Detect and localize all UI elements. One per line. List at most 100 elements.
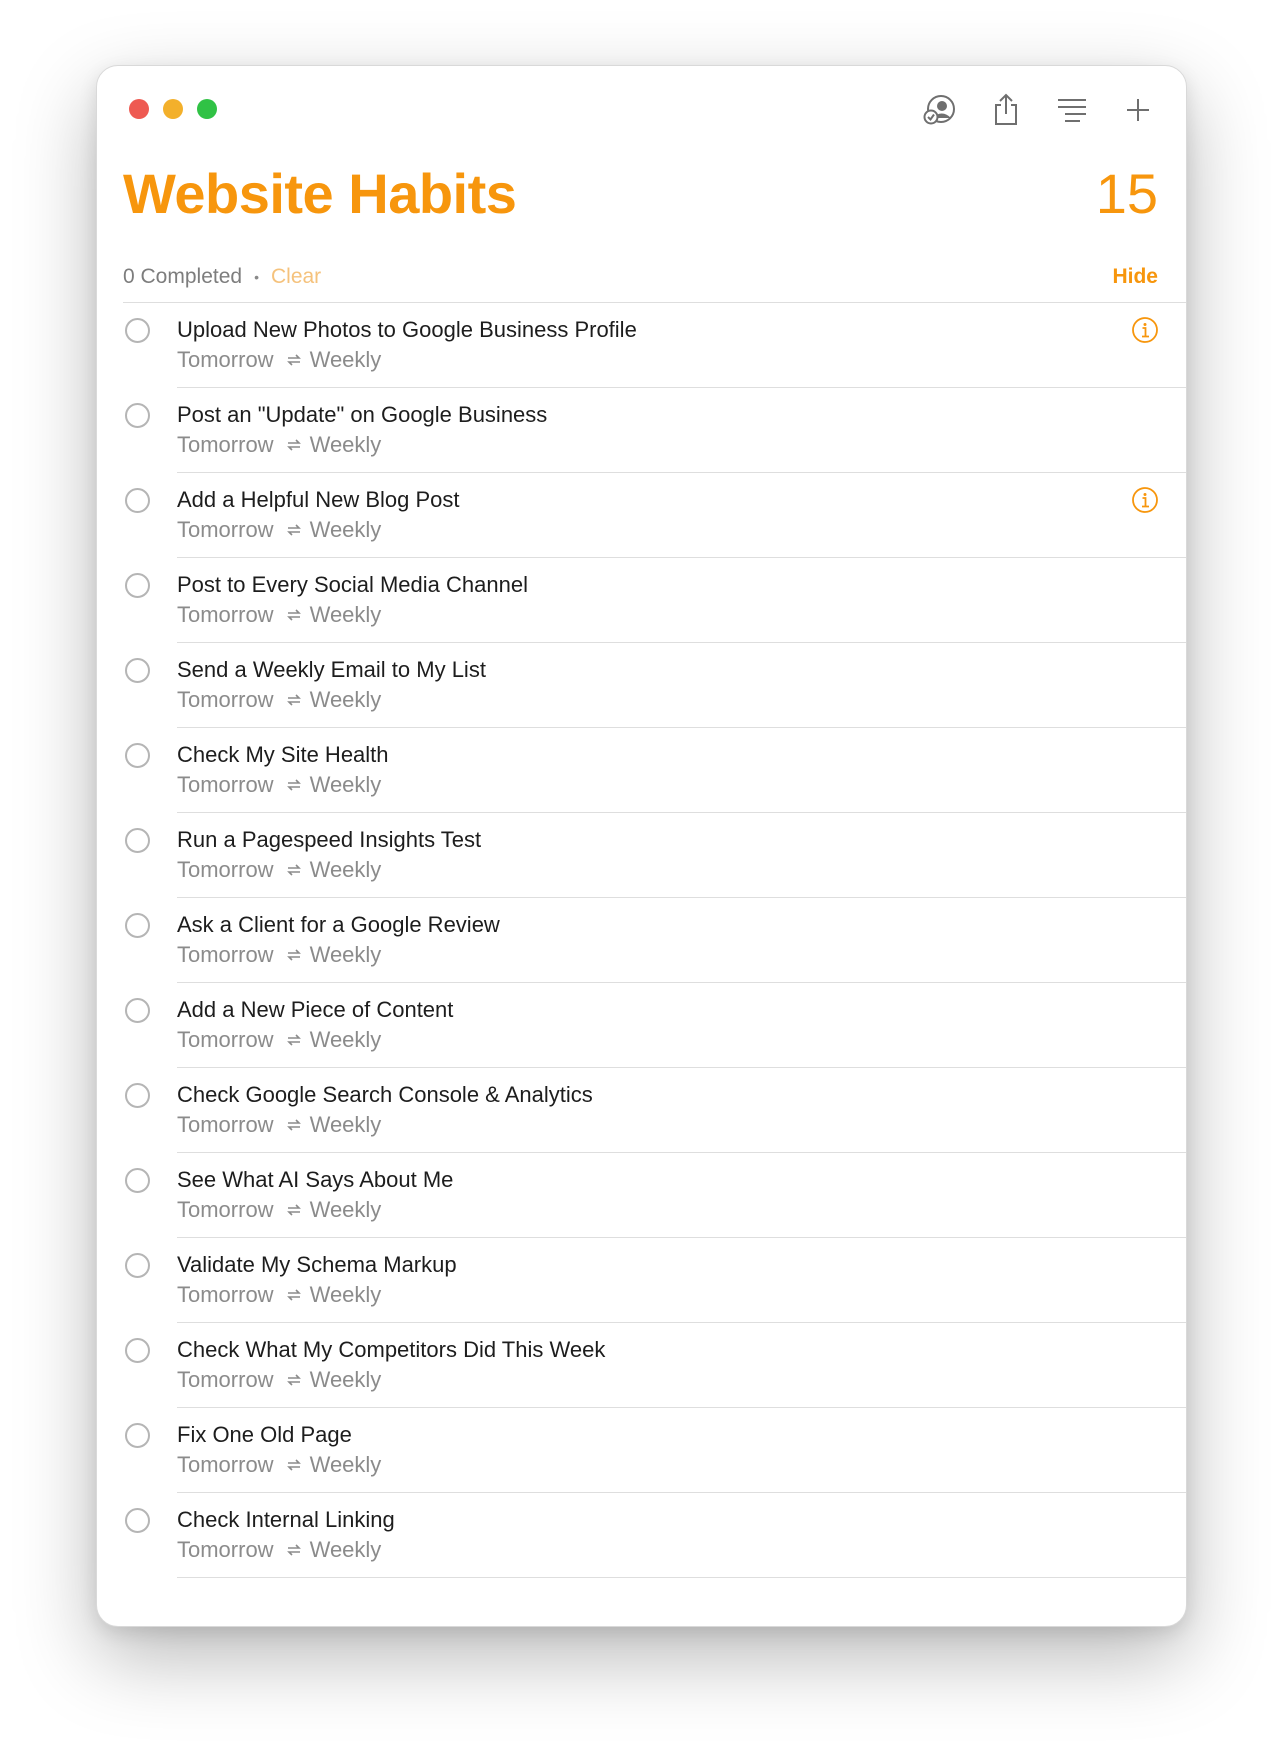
info-icon[interactable] — [1131, 486, 1159, 514]
list-format-icon[interactable] — [1054, 92, 1090, 128]
task-title[interactable]: Add a New Piece of Content — [177, 997, 453, 1023]
task-checkbox[interactable] — [125, 403, 150, 428]
task-row[interactable]: Ask a Client for a Google Review Tomorro… — [97, 898, 1186, 983]
task-checkbox[interactable] — [125, 998, 150, 1023]
task-meta: Tomorrow Weekly — [177, 1367, 381, 1393]
task-repeat: Weekly — [309, 1112, 382, 1137]
row-divider — [177, 1577, 1186, 1578]
task-title[interactable]: Fix One Old Page — [177, 1422, 352, 1448]
task-meta: Tomorrow Weekly — [177, 1537, 381, 1563]
task-due-date: Tomorrow — [177, 1367, 274, 1392]
task-title[interactable]: Check What My Competitors Did This Week — [177, 1337, 605, 1363]
task-due-date: Tomorrow — [177, 347, 274, 372]
task-title[interactable]: Run a Pagespeed Insights Test — [177, 827, 481, 853]
task-title[interactable]: Check Internal Linking — [177, 1507, 395, 1533]
repeat-icon — [286, 1543, 302, 1557]
task-meta: Tomorrow Weekly — [177, 772, 381, 798]
task-meta: Tomorrow Weekly — [177, 1282, 381, 1308]
task-due-date: Tomorrow — [177, 857, 274, 882]
task-meta: Tomorrow Weekly — [177, 432, 381, 458]
shared-person-icon[interactable] — [922, 92, 958, 128]
task-checkbox[interactable] — [125, 573, 150, 598]
repeat-icon — [286, 1203, 302, 1217]
task-repeat: Weekly — [309, 1282, 382, 1307]
task-row[interactable]: Add a Helpful New Blog Post Tomorrow Wee… — [97, 473, 1186, 558]
close-window-button[interactable] — [129, 99, 149, 119]
share-icon[interactable] — [988, 92, 1024, 128]
task-repeat: Weekly — [309, 432, 382, 457]
task-title[interactable]: Post an "Update" on Google Business — [177, 402, 547, 428]
task-checkbox[interactable] — [125, 658, 150, 683]
hide-completed-button[interactable]: Hide — [1112, 265, 1158, 289]
task-row[interactable]: Check What My Competitors Did This Week … — [97, 1323, 1186, 1408]
task-repeat: Weekly — [309, 857, 382, 882]
task-meta: Tomorrow Weekly — [177, 942, 381, 968]
minimize-window-button[interactable] — [163, 99, 183, 119]
task-title[interactable]: Add a Helpful New Blog Post — [177, 487, 460, 513]
task-title[interactable]: Check My Site Health — [177, 742, 389, 768]
clear-completed-button[interactable]: Clear — [271, 265, 321, 289]
task-due-date: Tomorrow — [177, 942, 274, 967]
info-icon[interactable] — [1131, 316, 1159, 344]
task-title[interactable]: See What AI Says About Me — [177, 1167, 453, 1193]
repeat-icon — [286, 863, 302, 877]
task-row[interactable]: Post to Every Social Media Channel Tomor… — [97, 558, 1186, 643]
task-title[interactable]: Send a Weekly Email to My List — [177, 657, 486, 683]
window-controls — [129, 99, 217, 119]
task-meta: Tomorrow Weekly — [177, 347, 381, 373]
task-title[interactable]: Upload New Photos to Google Business Pro… — [177, 317, 637, 343]
repeat-icon — [286, 778, 302, 792]
task-checkbox[interactable] — [125, 318, 150, 343]
task-row[interactable]: Validate My Schema Markup Tomorrow Weekl… — [97, 1238, 1186, 1323]
zoom-window-button[interactable] — [197, 99, 217, 119]
task-meta: Tomorrow Weekly — [177, 1027, 381, 1053]
task-row[interactable]: See What AI Says About Me Tomorrow Weekl… — [97, 1153, 1186, 1238]
task-checkbox[interactable] — [125, 1168, 150, 1193]
repeat-icon — [286, 1118, 302, 1132]
task-row[interactable]: Check Google Search Console & Analytics … — [97, 1068, 1186, 1153]
task-row[interactable]: Check My Site Health Tomorrow Weekly — [97, 728, 1186, 813]
task-meta: Tomorrow Weekly — [177, 1197, 381, 1223]
repeat-icon — [286, 523, 302, 537]
completed-summary: 0 Completed • Clear Hide — [123, 262, 1158, 292]
task-checkbox[interactable] — [125, 1508, 150, 1533]
repeat-icon — [286, 1458, 302, 1472]
repeat-icon — [286, 693, 302, 707]
task-due-date: Tomorrow — [177, 1282, 274, 1307]
task-repeat: Weekly — [309, 1027, 382, 1052]
task-title[interactable]: Validate My Schema Markup — [177, 1252, 457, 1278]
task-checkbox[interactable] — [125, 1338, 150, 1363]
task-row[interactable]: Check Internal Linking Tomorrow Weekly — [97, 1493, 1186, 1578]
task-checkbox[interactable] — [125, 1083, 150, 1108]
task-repeat: Weekly — [309, 1537, 382, 1562]
task-checkbox[interactable] — [125, 488, 150, 513]
task-row[interactable]: Run a Pagespeed Insights Test Tomorrow W… — [97, 813, 1186, 898]
task-checkbox[interactable] — [125, 913, 150, 938]
repeat-icon — [286, 438, 302, 452]
task-row[interactable]: Fix One Old Page Tomorrow Weekly — [97, 1408, 1186, 1493]
task-meta: Tomorrow Weekly — [177, 687, 381, 713]
task-title[interactable]: Ask a Client for a Google Review — [177, 912, 500, 938]
task-checkbox[interactable] — [125, 828, 150, 853]
task-row[interactable]: Send a Weekly Email to My List Tomorrow … — [97, 643, 1186, 728]
task-row[interactable]: Add a New Piece of Content Tomorrow Week… — [97, 983, 1186, 1068]
toolbar — [922, 92, 1156, 128]
task-meta: Tomorrow Weekly — [177, 517, 381, 543]
task-row[interactable]: Post an "Update" on Google Business Tomo… — [97, 388, 1186, 473]
task-title[interactable]: Post to Every Social Media Channel — [177, 572, 528, 598]
list-title: Website Habits — [123, 162, 517, 225]
task-meta: Tomorrow Weekly — [177, 602, 381, 628]
task-checkbox[interactable] — [125, 743, 150, 768]
add-icon[interactable] — [1120, 92, 1156, 128]
task-due-date: Tomorrow — [177, 687, 274, 712]
task-repeat: Weekly — [309, 1367, 382, 1392]
reminders-window: Website Habits 15 0 Completed • Clear Hi… — [96, 65, 1187, 1627]
task-due-date: Tomorrow — [177, 602, 274, 627]
task-row[interactable]: Upload New Photos to Google Business Pro… — [97, 303, 1186, 388]
task-checkbox[interactable] — [125, 1253, 150, 1278]
task-checkbox[interactable] — [125, 1423, 150, 1448]
task-due-date: Tomorrow — [177, 1537, 274, 1562]
task-repeat: Weekly — [309, 1197, 382, 1222]
task-repeat: Weekly — [309, 1452, 382, 1477]
task-title[interactable]: Check Google Search Console & Analytics — [177, 1082, 593, 1108]
